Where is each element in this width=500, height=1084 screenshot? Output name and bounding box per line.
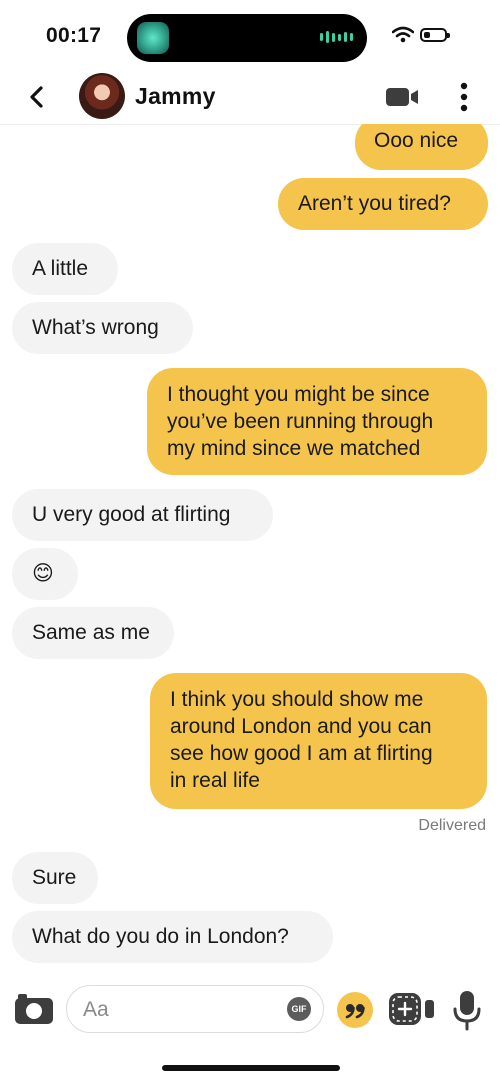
contact-avatar[interactable] [79,73,125,119]
message-list[interactable]: Ooo nice Aren’t you tired? A little What… [0,124,500,969]
outgoing-message[interactable]: I thought you might be since you’ve been… [147,368,487,475]
message-text: What do you do in London? [32,925,289,948]
audio-waveform-icon [320,31,353,43]
outgoing-message[interactable]: Aren’t you tired? [278,178,488,230]
outgoing-message[interactable]: I think you should show me around London… [150,673,487,809]
message-text: U very good at flirting [32,503,231,526]
message-text: I think you should show me around London… [170,688,433,792]
quote-button[interactable] [337,992,373,1028]
message-text: I thought you might be since you’ve been… [167,383,434,460]
video-note-icon[interactable] [387,991,437,1027]
message-text: 😊 [32,562,54,585]
home-indicator[interactable] [162,1065,340,1071]
back-chevron-icon[interactable] [24,82,50,112]
now-playing-app-icon [137,22,169,54]
status-time: 00:17 [46,24,102,47]
contact-name[interactable]: Jammy [135,83,216,110]
message-text: Sure [32,866,77,889]
wifi-icon [392,26,414,43]
message-composer: GIF [0,975,500,1045]
message-text: What’s wrong [32,316,159,339]
delivered-status: Delivered [418,817,486,834]
incoming-message[interactable]: Sure [12,852,98,904]
incoming-message[interactable]: What do you do in London? [12,911,333,963]
microphone-icon[interactable] [452,989,482,1031]
message-text: Aren’t you tired? [298,192,451,215]
battery-icon [420,28,450,42]
incoming-message[interactable]: 😊 [12,548,78,600]
gif-button[interactable]: GIF [287,997,311,1021]
message-text: A little [32,257,89,280]
camera-icon[interactable] [14,991,54,1025]
status-bar: 00:17 [0,0,500,70]
incoming-message[interactable]: What’s wrong [12,302,193,354]
message-input[interactable] [81,994,275,1026]
message-text: Same as me [32,621,150,644]
dynamic-island [127,14,367,62]
more-options-icon[interactable] [452,80,476,114]
message-text: Ooo nice [374,129,459,152]
video-call-icon[interactable] [384,85,420,109]
incoming-message[interactable]: Same as me [12,607,174,659]
quote-icon [345,1004,365,1019]
chat-header: Jammy [0,70,500,125]
outgoing-message[interactable]: Ooo nice [355,124,488,170]
incoming-message[interactable]: A little [12,243,118,295]
message-input-box[interactable]: GIF [66,985,324,1033]
incoming-message[interactable]: U very good at flirting [12,489,273,541]
